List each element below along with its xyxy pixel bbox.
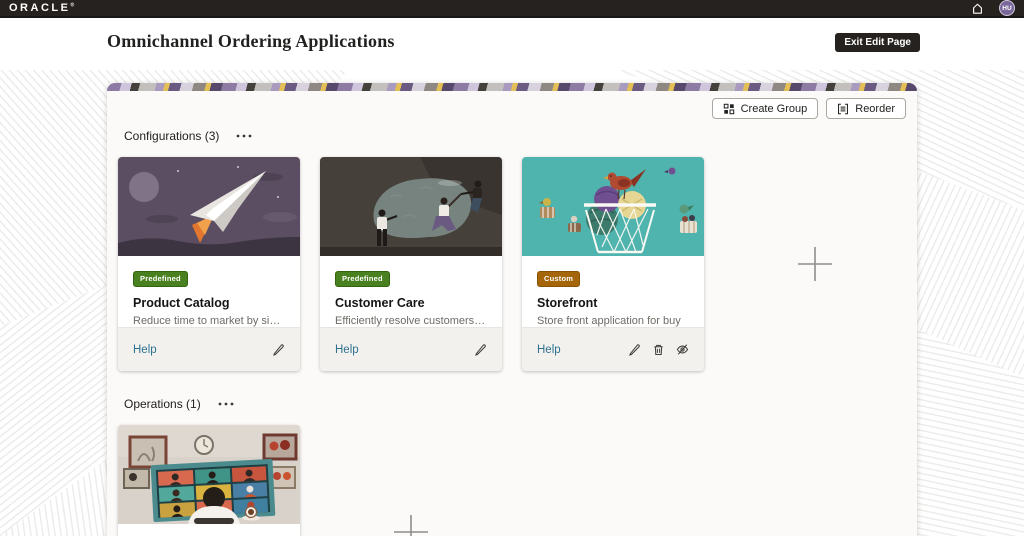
card-footer: Help bbox=[522, 327, 704, 371]
configurations-overflow-menu-icon[interactable] bbox=[234, 132, 254, 140]
reorder-icon bbox=[837, 103, 849, 115]
edit-pencil-icon[interactable] bbox=[272, 343, 285, 356]
help-link[interactable]: Help bbox=[335, 344, 359, 356]
card-title: Storefront bbox=[537, 295, 598, 310]
apps-panel: Create Group Reorder Configurations (3) bbox=[107, 83, 917, 536]
page-header: Omnichannel Ordering Applications Exit E… bbox=[0, 18, 1024, 70]
operations-grid: Custom bbox=[107, 425, 917, 536]
card-product-catalog[interactable]: Predefined Product Catalog Reduce time t… bbox=[118, 157, 300, 371]
card-footer: Help bbox=[320, 327, 502, 371]
add-plus-icon bbox=[393, 514, 429, 536]
edit-pencil-icon[interactable] bbox=[628, 343, 641, 356]
card-title: Customer Care bbox=[335, 295, 425, 310]
create-group-button[interactable]: Create Group bbox=[711, 98, 819, 119]
card-description: Efficiently resolve customers inquiries … bbox=[335, 314, 487, 327]
operations-illustration bbox=[118, 425, 300, 524]
registered-mark: ® bbox=[70, 2, 75, 9]
card-footer: Help bbox=[118, 327, 300, 371]
hide-eye-slash-icon[interactable] bbox=[676, 343, 689, 356]
card-customer-care[interactable]: Predefined Customer Care Efficiently res… bbox=[320, 157, 502, 371]
configurations-grid: Predefined Product Catalog Reduce time t… bbox=[107, 157, 917, 371]
card-body: Custom Storefront Store front applicatio… bbox=[522, 256, 704, 327]
oracle-logo: ORACLE® bbox=[9, 2, 75, 14]
page-title: Omnichannel Ordering Applications bbox=[107, 31, 395, 51]
reorder-label: Reorder bbox=[855, 102, 895, 115]
operations-overflow-menu-icon[interactable] bbox=[216, 400, 236, 408]
create-group-grid-icon bbox=[723, 103, 735, 115]
decorative-stripe-band bbox=[107, 83, 917, 91]
user-avatar[interactable]: HU bbox=[999, 0, 1015, 16]
panel-toolbar: Create Group Reorder bbox=[107, 91, 917, 119]
predefined-badge: Predefined bbox=[133, 271, 188, 287]
predefined-badge: Predefined bbox=[335, 271, 390, 287]
custom-badge: Custom bbox=[537, 271, 581, 287]
card-title: Product Catalog bbox=[133, 295, 230, 310]
main-area: Create Group Reorder Configurations (3) bbox=[0, 70, 1024, 536]
card-body: Predefined Product Catalog Reduce time t… bbox=[118, 256, 300, 327]
operations-section-header: Operations (1) bbox=[124, 397, 917, 411]
configurations-section-title: Configurations (3) bbox=[124, 129, 220, 143]
card-storefront[interactable]: Custom Storefront Store front applicatio… bbox=[522, 157, 704, 371]
product-catalog-illustration bbox=[118, 157, 300, 256]
card-body: Custom bbox=[118, 524, 300, 536]
help-link[interactable]: Help bbox=[133, 344, 157, 356]
delete-trash-icon[interactable] bbox=[652, 343, 665, 356]
reorder-button[interactable]: Reorder bbox=[826, 98, 906, 119]
configurations-section-header: Configurations (3) bbox=[124, 129, 917, 143]
card-operations-app[interactable]: Custom bbox=[118, 425, 300, 536]
add-plus-icon bbox=[797, 246, 833, 282]
topbar-actions: HU bbox=[971, 0, 1015, 16]
edit-pencil-icon[interactable] bbox=[474, 343, 487, 356]
top-app-bar: ORACLE® HU bbox=[0, 0, 1024, 18]
exit-edit-page-button[interactable]: Exit Edit Page bbox=[835, 33, 920, 52]
card-description: Reduce time to market by simplifying des… bbox=[133, 314, 285, 327]
create-group-label: Create Group bbox=[740, 102, 808, 115]
add-application-slot[interactable] bbox=[320, 425, 502, 536]
customer-care-illustration bbox=[320, 157, 502, 256]
storefront-illustration bbox=[522, 157, 704, 256]
home-icon[interactable] bbox=[971, 2, 984, 15]
card-body: Predefined Customer Care Efficiently res… bbox=[320, 256, 502, 327]
add-application-slot[interactable] bbox=[724, 157, 906, 371]
help-link[interactable]: Help bbox=[537, 344, 561, 356]
card-description: Store front application for buy bbox=[537, 314, 681, 327]
operations-section-title: Operations (1) bbox=[124, 397, 201, 411]
